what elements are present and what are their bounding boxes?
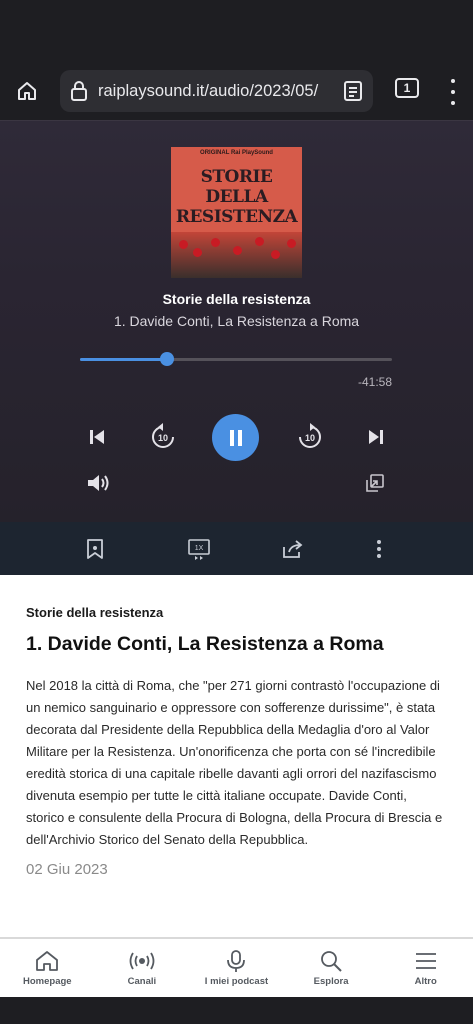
seek-bar-thumb[interactable] bbox=[160, 352, 175, 366]
cover-artwork bbox=[171, 232, 302, 278]
share-button[interactable] bbox=[280, 536, 306, 562]
poppy-graphic bbox=[179, 240, 188, 249]
poppy-graphic bbox=[271, 250, 280, 259]
pause-button[interactable] bbox=[212, 414, 259, 461]
podcast-cover: ORIGINAL Rai PlaySound STORIE DELLA RESI… bbox=[171, 147, 302, 278]
svg-text:10: 10 bbox=[158, 433, 168, 443]
broadcast-icon bbox=[129, 952, 155, 970]
show-name[interactable]: Storie della resistenza bbox=[26, 605, 447, 620]
cover-title: STORIE DELLA RESISTENZA bbox=[175, 167, 298, 227]
tab-canali[interactable]: Canali bbox=[95, 939, 190, 997]
svg-text:10: 10 bbox=[305, 433, 315, 443]
reader-icon bbox=[344, 81, 362, 101]
poppy-graphic bbox=[233, 246, 242, 255]
rewind-10-button[interactable]: 10 bbox=[149, 421, 177, 451]
more-icon bbox=[377, 540, 381, 558]
home-icon bbox=[36, 951, 59, 971]
bookmark-icon bbox=[87, 539, 103, 559]
volume-button[interactable] bbox=[85, 470, 113, 496]
playback-speed-button[interactable]: 1X bbox=[186, 536, 212, 562]
pause-icon bbox=[229, 429, 242, 446]
episode-description: Nel 2018 la città di Roma, che "per 271 … bbox=[26, 678, 443, 847]
player-action-bar: 1X bbox=[0, 522, 473, 575]
poppy-graphic bbox=[255, 237, 264, 246]
remaining-time: -41:58 bbox=[357, 375, 392, 389]
minimize-player-button[interactable] bbox=[363, 471, 387, 495]
tab-label: Homepage bbox=[23, 976, 72, 987]
address-bar[interactable]: raiplaysound.it/audio/2023/05/ bbox=[60, 70, 373, 112]
tab-esplora[interactable]: Esplora bbox=[284, 939, 379, 997]
status-bar bbox=[0, 0, 473, 62]
tab-label: Canali bbox=[127, 976, 157, 987]
tab-switcher-button[interactable]: 1 bbox=[395, 78, 419, 98]
episode-details: Storie della resistenza 1. Davide Conti,… bbox=[0, 575, 473, 937]
reader-mode-button[interactable] bbox=[343, 80, 363, 107]
cover-brand: ORIGINAL Rai PlaySound bbox=[200, 150, 273, 156]
menu-dot bbox=[451, 90, 455, 94]
system-navigation-bar bbox=[0, 997, 473, 1024]
cover-title-line2: RESISTENZA bbox=[175, 207, 298, 227]
forward-10-icon: 10 bbox=[299, 423, 321, 448]
lock-icon bbox=[71, 81, 87, 101]
poppy-graphic bbox=[211, 238, 220, 247]
tab-label: Altro bbox=[414, 976, 437, 987]
episode-date: 02 Giu 2023 bbox=[26, 861, 108, 878]
audio-player: ORIGINAL Rai PlaySound STORIE DELLA RESI… bbox=[0, 120, 473, 522]
player-show-title: Storie della resistenza bbox=[162, 291, 311, 307]
cover-title-line1: STORIE DELLA bbox=[200, 167, 273, 207]
tab-altro[interactable]: Altro bbox=[378, 939, 473, 997]
episode-title: 1. Davide Conti, La Resistenza a Roma bbox=[26, 633, 384, 655]
browser-home-button[interactable] bbox=[10, 74, 44, 108]
browser-toolbar: raiplaysound.it/audio/2023/05/ 1 bbox=[0, 62, 473, 120]
search-icon bbox=[321, 951, 342, 972]
speed-label: 1X bbox=[195, 545, 204, 552]
seek-bar[interactable] bbox=[80, 352, 392, 366]
more-options-button[interactable] bbox=[366, 536, 392, 562]
tab-label: Esplora bbox=[313, 976, 349, 987]
home-icon bbox=[18, 82, 36, 100]
volume-icon bbox=[88, 475, 109, 491]
skip-next-icon bbox=[369, 430, 383, 444]
poppy-graphic bbox=[287, 239, 296, 248]
menu-dot bbox=[451, 79, 455, 83]
bottom-navigation: Homepage Canali I miei podcast Esplora A… bbox=[0, 937, 473, 997]
url-text: raiplaysound.it/audio/2023/05/ bbox=[98, 81, 319, 100]
share-icon bbox=[283, 540, 303, 558]
player-episode-title: 1. Davide Conti, La Resistenza a Roma bbox=[113, 313, 360, 329]
next-button[interactable] bbox=[363, 424, 389, 450]
tab-homepage[interactable]: Homepage bbox=[0, 939, 95, 997]
tab-label: I miei podcast bbox=[204, 976, 269, 987]
skip-previous-icon bbox=[90, 430, 104, 444]
rewind-10-icon: 10 bbox=[152, 423, 174, 448]
speed-icon: 1X bbox=[188, 539, 210, 560]
seek-bar-progress bbox=[80, 358, 168, 361]
bookmark-button[interactable] bbox=[82, 536, 108, 562]
browser-menu-button[interactable] bbox=[445, 79, 461, 105]
hamburger-icon bbox=[415, 953, 436, 969]
forward-10-button[interactable]: 10 bbox=[296, 421, 324, 451]
tab-i-miei-podcast[interactable]: I miei podcast bbox=[189, 939, 284, 997]
menu-dot bbox=[451, 101, 455, 105]
previous-button[interactable] bbox=[84, 424, 110, 450]
poppy-graphic bbox=[193, 248, 202, 257]
microphone-icon bbox=[227, 950, 246, 972]
picture-in-picture-icon bbox=[366, 474, 384, 492]
